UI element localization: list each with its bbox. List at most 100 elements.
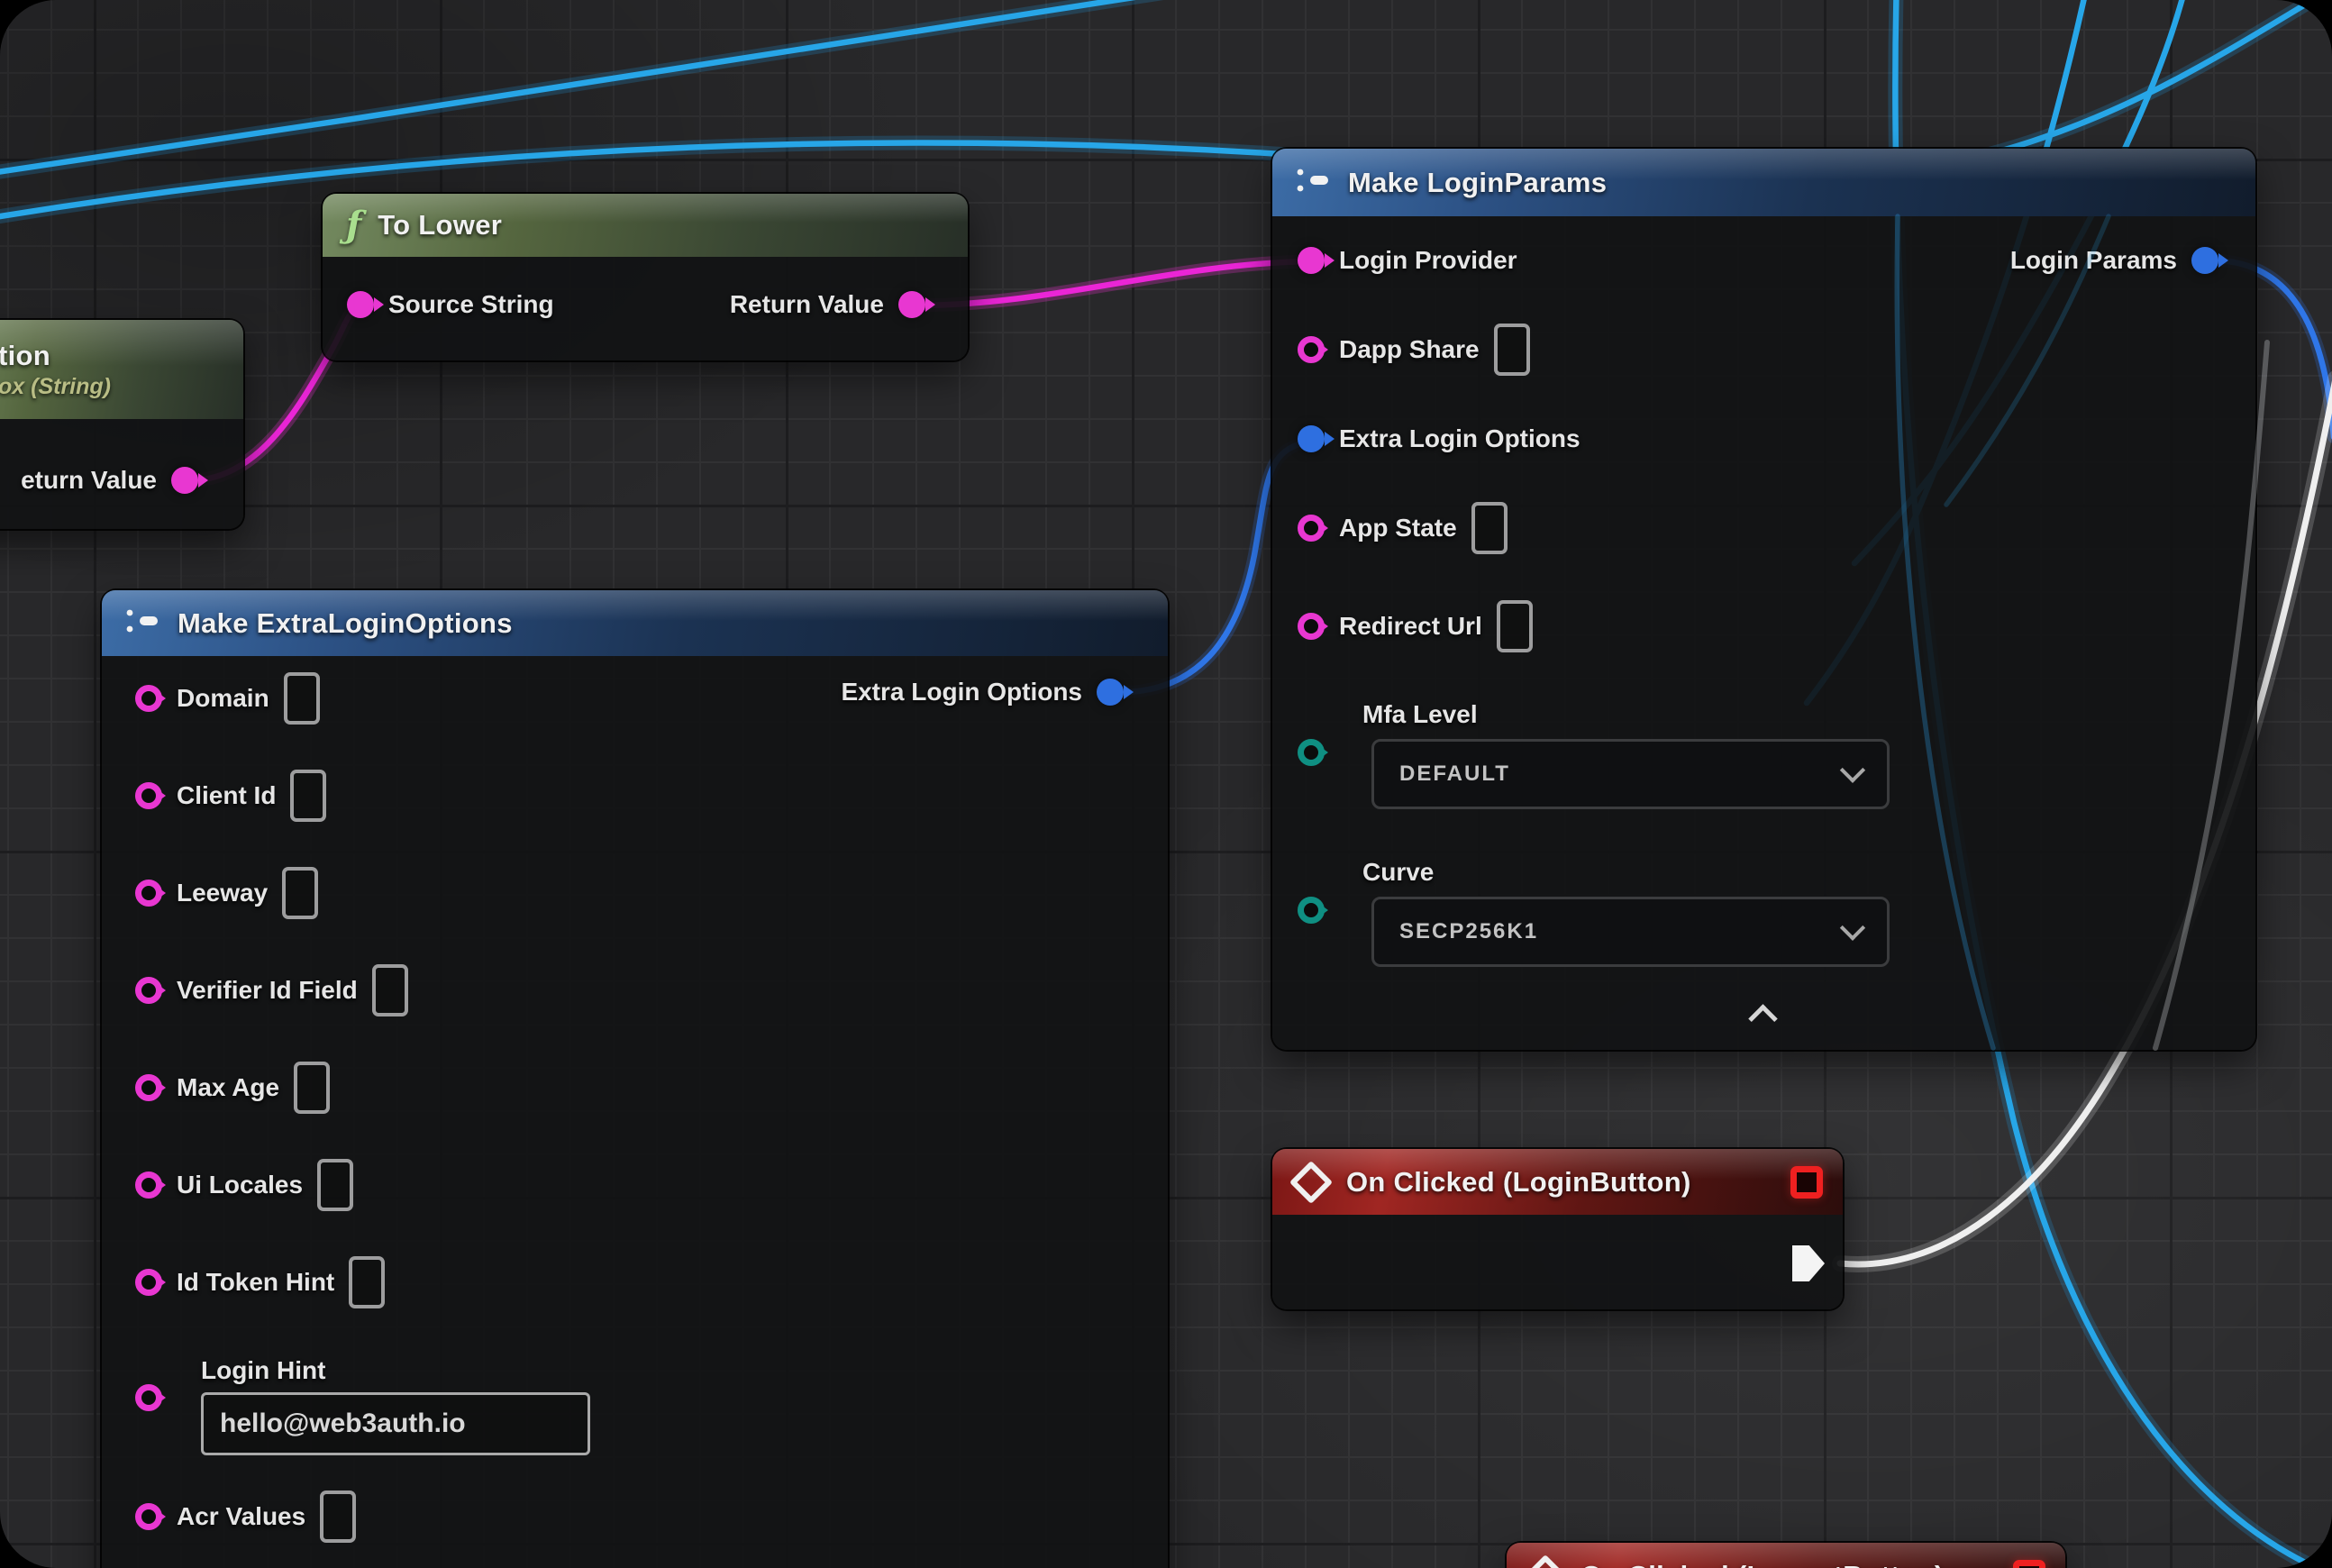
pin-row-extra-login-options: Extra Login Options xyxy=(1298,406,1580,471)
pin-label: Dapp Share xyxy=(1339,335,1480,364)
node-make-extra-login-options[interactable]: Make ExtraLoginOptions Extra Login Optio… xyxy=(102,590,1168,1568)
node-title: Make ExtraLoginOptions xyxy=(178,607,513,640)
struct-output-pin[interactable] xyxy=(2191,247,2218,274)
string-input-pin[interactable] xyxy=(135,1171,162,1199)
string-value-box[interactable] xyxy=(320,1491,356,1543)
string-value-box[interactable] xyxy=(284,672,320,725)
string-input-pin[interactable] xyxy=(1298,247,1325,274)
curve-label: Curve xyxy=(1362,858,1434,887)
node-partial-getter-header: tion ox (String) xyxy=(0,320,243,419)
chevron-down-icon xyxy=(1840,916,1865,941)
pin-row-extra-login-options-out: Extra Login Options xyxy=(841,660,1124,725)
login-hint-value: hello@web3auth.io xyxy=(220,1408,466,1439)
string-value-box[interactable] xyxy=(282,867,318,919)
blueprint-editor-window: tion ox (String) eturn Value ƒ To Lower … xyxy=(0,0,2332,1568)
node-title: Make LoginParams xyxy=(1348,167,1607,199)
string-input-pin[interactable] xyxy=(1298,336,1325,363)
pin-row-verifier-id-field: Verifier Id Field xyxy=(135,958,408,1023)
pin-label: Ui Locales xyxy=(177,1171,303,1199)
string-value-box[interactable] xyxy=(294,1062,330,1114)
pin-row-app-state: App State xyxy=(1298,496,1508,561)
string-input-pin[interactable] xyxy=(135,880,162,907)
node-to-lower[interactable]: ƒ To Lower Source String Return Value xyxy=(323,194,968,360)
pin-label: Extra Login Options xyxy=(841,678,1082,707)
string-input-pin[interactable] xyxy=(1298,515,1325,542)
string-value-box[interactable] xyxy=(317,1159,353,1211)
string-input-pin[interactable] xyxy=(135,1074,162,1101)
node-make-login-params-header[interactable]: Make LoginParams xyxy=(1272,149,2255,216)
delegate-output-pin[interactable] xyxy=(1790,1166,1823,1199)
event-diamond-icon xyxy=(1524,1554,1567,1568)
string-value-box[interactable] xyxy=(349,1256,385,1308)
wire-bg-1 xyxy=(0,0,1262,176)
string-input-pin[interactable] xyxy=(135,977,162,1004)
make-struct-icon xyxy=(1296,165,1332,200)
collapse-node-button[interactable] xyxy=(1749,1007,1780,1023)
wire-bg-1 xyxy=(0,0,1262,176)
pin-row-max-age: Max Age xyxy=(135,1055,330,1120)
string-input-pin[interactable] xyxy=(135,1384,162,1411)
mfa-level-dropdown[interactable]: DEFAULT xyxy=(1371,739,1890,809)
node-on-clicked-login-button[interactable]: On Clicked (LoginButton) xyxy=(1272,1149,1843,1309)
node-make-login-params[interactable]: Make LoginParams Login Provider Login Pa… xyxy=(1272,149,2255,1050)
pin-row-client-id: Client Id xyxy=(135,763,326,828)
pin-label: Id Token Hint xyxy=(177,1268,334,1297)
node-on-clicked-logout-button[interactable]: On Clicked (LogoutButton) xyxy=(1507,1543,2065,1568)
string-output-pin[interactable] xyxy=(898,291,925,318)
login-hint-input[interactable]: hello@web3auth.io xyxy=(201,1392,590,1455)
pin-label: Login Params xyxy=(2010,246,2177,275)
pin-label: Return Value xyxy=(730,290,884,319)
exec-output-pin[interactable] xyxy=(1792,1245,1825,1281)
enum-input-pin[interactable] xyxy=(1298,897,1325,924)
wire-tolower-to-provider xyxy=(914,261,1312,305)
string-input-pin[interactable] xyxy=(347,291,374,318)
string-input-pin[interactable] xyxy=(135,1503,162,1530)
node-title: On Clicked (LoginButton) xyxy=(1346,1166,1691,1199)
node-on-clicked-login-header[interactable]: On Clicked (LoginButton) xyxy=(1272,1149,1843,1215)
pin-row-ui-locales: Ui Locales xyxy=(135,1153,353,1217)
mfa-level-label: Mfa Level xyxy=(1362,700,1478,729)
pin-label: Login Provider xyxy=(1339,246,1517,275)
string-input-pin[interactable] xyxy=(135,782,162,809)
pin-label: Verifier Id Field xyxy=(177,976,358,1005)
string-value-box[interactable] xyxy=(290,770,326,822)
node-title: On Clicked (LogoutButton) xyxy=(1580,1560,1945,1568)
string-value-box[interactable] xyxy=(1494,324,1530,376)
node-subtitle: ox (String) xyxy=(0,374,111,400)
node-title: tion xyxy=(0,340,50,372)
enum-input-pin[interactable] xyxy=(1298,739,1325,766)
pin-label: eturn Value xyxy=(21,466,157,495)
string-input-pin[interactable] xyxy=(135,685,162,712)
pin-label: Leeway xyxy=(177,879,268,907)
curve-value: SECP256K1 xyxy=(1399,919,1538,944)
login-hint-label: Login Hint xyxy=(201,1356,325,1385)
delegate-output-pin[interactable] xyxy=(2013,1560,2045,1568)
node-make-extra-login-options-header[interactable]: Make ExtraLoginOptions xyxy=(102,590,1168,656)
pin-row-source-string: Source String xyxy=(347,272,554,337)
string-value-box[interactable] xyxy=(372,964,408,1016)
struct-input-pin[interactable] xyxy=(1298,425,1325,452)
pin-label: Max Age xyxy=(177,1073,279,1102)
pin-label: Extra Login Options xyxy=(1339,424,1580,453)
graph-canvas[interactable]: tion ox (String) eturn Value ƒ To Lower … xyxy=(0,0,2332,1568)
pin-row-login-provider: Login Provider xyxy=(1298,228,1517,293)
string-input-pin[interactable] xyxy=(1298,613,1325,640)
node-partial-getter[interactable]: tion ox (String) eturn Value xyxy=(0,320,243,529)
string-output-pin[interactable] xyxy=(171,467,198,494)
pin-row-return-value: eturn Value xyxy=(21,448,198,513)
string-value-box[interactable] xyxy=(1497,600,1533,652)
pin-row-leeway: Leeway xyxy=(135,861,318,925)
node-title: To Lower xyxy=(378,209,502,242)
pin-row-domain: Domain xyxy=(135,666,320,731)
string-value-box[interactable] xyxy=(1471,502,1508,554)
struct-output-pin[interactable] xyxy=(1097,679,1124,706)
pin-row-redirect-url: Redirect Url xyxy=(1298,594,1533,659)
pin-label: Redirect Url xyxy=(1339,612,1482,641)
node-on-clicked-logout-header[interactable]: On Clicked (LogoutButton) xyxy=(1507,1543,2065,1568)
pin-label: Client Id xyxy=(177,781,276,810)
node-to-lower-header[interactable]: ƒ To Lower xyxy=(323,194,968,257)
pin-label: Source String xyxy=(388,290,554,319)
string-input-pin[interactable] xyxy=(135,1269,162,1296)
pin-row-login-params: Login Params xyxy=(2010,228,2218,293)
curve-dropdown[interactable]: SECP256K1 xyxy=(1371,897,1890,967)
